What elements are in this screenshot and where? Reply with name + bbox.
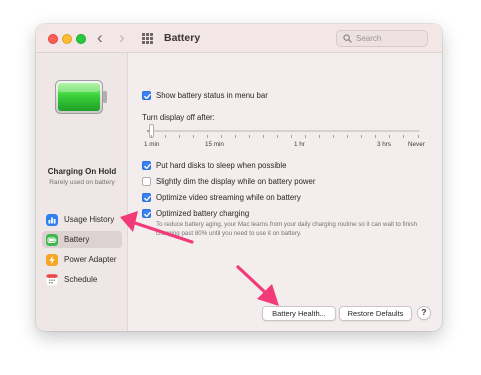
window-title: Battery xyxy=(164,32,201,44)
battery-settings-pane: Show battery status in menu bar Turn dis… xyxy=(128,53,442,331)
slider-tick-label: 1 min xyxy=(144,141,160,148)
slider-tick xyxy=(305,135,306,138)
sidebar-item-battery[interactable]: Battery xyxy=(42,231,122,248)
sidebar-item-label: Schedule xyxy=(64,275,98,284)
search-icon xyxy=(343,34,352,43)
power-adapter-icon xyxy=(46,254,58,266)
show-battery-status-checkbox[interactable] xyxy=(142,91,151,100)
title-bar: ‹ › Battery Search xyxy=(36,24,442,53)
search-placeholder: Search xyxy=(356,34,382,43)
battery-status-icon xyxy=(55,80,107,114)
help-button[interactable]: ? xyxy=(417,306,431,320)
slider-tick xyxy=(375,135,376,138)
battery-health-button[interactable]: Battery Health... xyxy=(262,306,336,321)
slider-tick xyxy=(361,135,362,138)
sidebar-item-power-adapter[interactable]: Power Adapter xyxy=(42,251,122,268)
sidebar: Charging On Hold Rarely used on battery … xyxy=(36,53,128,331)
sidebar-item-schedule[interactable]: Schedule xyxy=(42,271,122,288)
slider-tick-label: 3 hrs xyxy=(377,141,391,148)
display-off-label: Turn display off after: xyxy=(142,113,215,122)
show-all-grid-icon[interactable] xyxy=(142,33,153,44)
sidebar-item-label: Battery xyxy=(64,235,90,244)
slider-tick xyxy=(207,135,208,138)
preferences-window: ‹ › Battery Search Charging On Hold Rare… xyxy=(36,24,442,331)
optimized-charging-checkbox[interactable] xyxy=(142,209,151,218)
usage-history-icon xyxy=(46,214,58,226)
slider-tick-label: Never xyxy=(408,141,425,148)
slider-tick xyxy=(347,135,348,138)
optimized-charging-description: To reduce battery aging, your Mac learns… xyxy=(156,221,418,237)
checkmark-icon xyxy=(144,195,151,202)
slider-tick xyxy=(151,135,152,138)
sidebar-item-label: Power Adapter xyxy=(64,255,117,264)
optimize-video-label: Optimize video streaming while on batter… xyxy=(156,193,301,202)
slider-tick xyxy=(179,135,180,138)
checkmark-icon xyxy=(144,93,151,100)
calendar-icon xyxy=(46,274,58,286)
slider-tick xyxy=(333,135,334,138)
slider-tick xyxy=(263,135,264,138)
slider-tick xyxy=(319,135,320,138)
minimize-window-button[interactable] xyxy=(62,34,72,44)
slider-tick xyxy=(235,135,236,138)
slider-tick xyxy=(389,135,390,138)
slider-tick xyxy=(249,135,250,138)
dim-display-label: Slightly dim the display while on batter… xyxy=(156,177,316,186)
checkmark-icon xyxy=(144,211,151,218)
sidebar-item-label: Usage History xyxy=(64,215,115,224)
slider-tick xyxy=(221,135,222,138)
slider-tick xyxy=(165,135,166,138)
restore-defaults-button[interactable]: Restore Defaults xyxy=(339,306,412,321)
dim-display-checkbox[interactable] xyxy=(142,177,151,186)
search-field[interactable]: Search xyxy=(336,30,428,47)
hard-disk-sleep-label: Put hard disks to sleep when possible xyxy=(156,161,287,170)
battery-icon xyxy=(46,234,58,246)
back-arrow-icon[interactable]: ‹ xyxy=(97,29,103,47)
slider-tick xyxy=(277,135,278,138)
charging-status-title: Charging On Hold xyxy=(47,167,117,176)
optimized-charging-label: Optimized battery charging xyxy=(156,209,250,218)
show-battery-status-label: Show battery status in menu bar xyxy=(156,91,268,100)
optimize-video-checkbox[interactable] xyxy=(142,193,151,202)
slider-tick xyxy=(291,135,292,138)
sidebar-item-usage-history[interactable]: Usage History xyxy=(42,211,122,228)
forward-arrow-icon[interactable]: › xyxy=(119,29,125,47)
close-window-button[interactable] xyxy=(48,34,58,44)
slider-tick xyxy=(403,135,404,138)
checkmark-icon xyxy=(144,163,151,170)
slider-tick-label: 15 min xyxy=(205,141,224,148)
slider-tick-label: 1 hr xyxy=(294,141,305,148)
charging-status-subtitle: Rarely used on battery xyxy=(49,179,115,186)
display-off-slider-track[interactable] xyxy=(147,130,420,132)
slider-tick xyxy=(418,135,419,138)
zoom-window-button[interactable] xyxy=(76,34,86,44)
slider-tick xyxy=(193,135,194,138)
hard-disk-sleep-checkbox[interactable] xyxy=(142,161,151,170)
